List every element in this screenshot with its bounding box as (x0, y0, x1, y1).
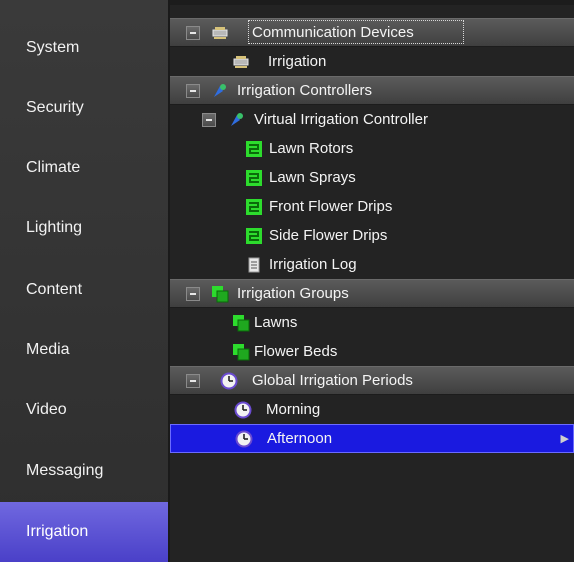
group-icon (211, 285, 229, 303)
sidebar-item-label: Messaging (26, 462, 104, 479)
tree-item-label: Global Irrigation Periods (252, 372, 413, 389)
log-icon (245, 256, 263, 274)
group-icon (232, 343, 250, 361)
sidebar-item-media[interactable]: Media (0, 320, 168, 380)
tree-item-label: Virtual Irrigation Controller (254, 111, 428, 128)
clock-icon (234, 401, 252, 419)
sidebar-item-label: Security (26, 99, 84, 116)
sidebar-item-label: Media (26, 341, 70, 358)
sidebar-item-irrigation[interactable]: Irrigation (0, 502, 168, 562)
network-device-icon (211, 24, 229, 42)
tree-item-label: Irrigation Controllers (237, 82, 373, 99)
tree-item-label: Lawns (254, 314, 298, 331)
sidebar-item-label: Video (26, 401, 67, 418)
tree-item-virtual-irrigation-controller[interactable]: Virtual Irrigation Controller (170, 105, 574, 134)
collapse-icon[interactable] (186, 373, 200, 388)
tree-item-label: Front Flower Drips (269, 198, 393, 215)
collapse-icon[interactable] (202, 112, 216, 127)
sidebar-item-security[interactable]: Security (0, 78, 168, 138)
sidebar-item-system[interactable]: System (0, 18, 168, 78)
sidebar-item-label: Lighting (26, 219, 83, 236)
top-border (170, 0, 574, 5)
tree-item-irrigation-log[interactable]: Irrigation Log (170, 250, 574, 279)
sidebar-item-label: Climate (26, 159, 81, 176)
clock-icon (220, 372, 238, 390)
zone-icon (245, 140, 263, 158)
zone-icon (245, 169, 263, 187)
group-icon (232, 314, 250, 332)
tree-group-irrigation-groups[interactable]: Irrigation Groups (170, 279, 574, 308)
sidebar-item-messaging[interactable]: Messaging (0, 441, 168, 501)
tree-item-label: Side Flower Drips (269, 227, 388, 244)
controller-icon (228, 111, 246, 129)
focus-outline (248, 20, 464, 44)
tree-item-irrigation-device[interactable]: Irrigation (170, 47, 574, 76)
tree-item-side-flower-drips[interactable]: Side Flower Drips (170, 221, 574, 250)
submenu-arrow-icon[interactable]: ▶ (561, 432, 569, 445)
tree-item-label: Irrigation (268, 53, 327, 70)
clock-icon (235, 430, 253, 448)
collapse-icon[interactable] (186, 25, 200, 40)
sidebar-item-label: Content (26, 281, 83, 298)
app-window: System Security Climate Lighting Content… (0, 0, 574, 562)
sidebar-item-climate[interactable]: Climate (0, 138, 168, 198)
tree-item-morning[interactable]: Morning (170, 395, 574, 424)
tree-group-irrigation-controllers[interactable]: Irrigation Controllers (170, 76, 574, 105)
collapse-icon[interactable] (186, 83, 200, 98)
collapse-icon[interactable] (186, 286, 200, 301)
sidebar-item-lighting[interactable]: Lighting (0, 198, 168, 258)
zone-icon (245, 227, 263, 245)
zone-icon (245, 198, 263, 216)
sidebar-item-video[interactable]: Video (0, 380, 168, 440)
tree-group-global-irrigation-periods[interactable]: Global Irrigation Periods (170, 366, 574, 395)
tree-item-label: Irrigation Log (269, 256, 357, 273)
network-device-icon (232, 53, 250, 71)
tree-item-afternoon[interactable]: Afternoon ▶ (170, 424, 574, 453)
tree-item-label: Lawn Rotors (269, 140, 354, 157)
tree-item-label: Afternoon (267, 430, 333, 447)
sidebar-item-label: System (26, 39, 80, 56)
tree-item-flower-beds[interactable]: Flower Beds (170, 337, 574, 366)
device-tree: Communication Devices Irrigation Irrigat… (170, 0, 574, 562)
tree-item-lawn-rotors[interactable]: Lawn Rotors (170, 134, 574, 163)
tree-item-label: Morning (266, 401, 321, 418)
sidebar: System Security Climate Lighting Content… (0, 0, 170, 562)
controller-icon (211, 82, 229, 100)
sidebar-item-content[interactable]: Content (0, 260, 168, 320)
tree-item-label: Irrigation Groups (237, 285, 349, 302)
tree-item-lawn-sprays[interactable]: Lawn Sprays (170, 163, 574, 192)
tree-item-label: Flower Beds (254, 343, 338, 360)
tree-item-label: Lawn Sprays (269, 169, 356, 186)
tree-item-lawns[interactable]: Lawns (170, 308, 574, 337)
tree-item-front-flower-drips[interactable]: Front Flower Drips (170, 192, 574, 221)
sidebar-item-label: Irrigation (26, 523, 89, 540)
